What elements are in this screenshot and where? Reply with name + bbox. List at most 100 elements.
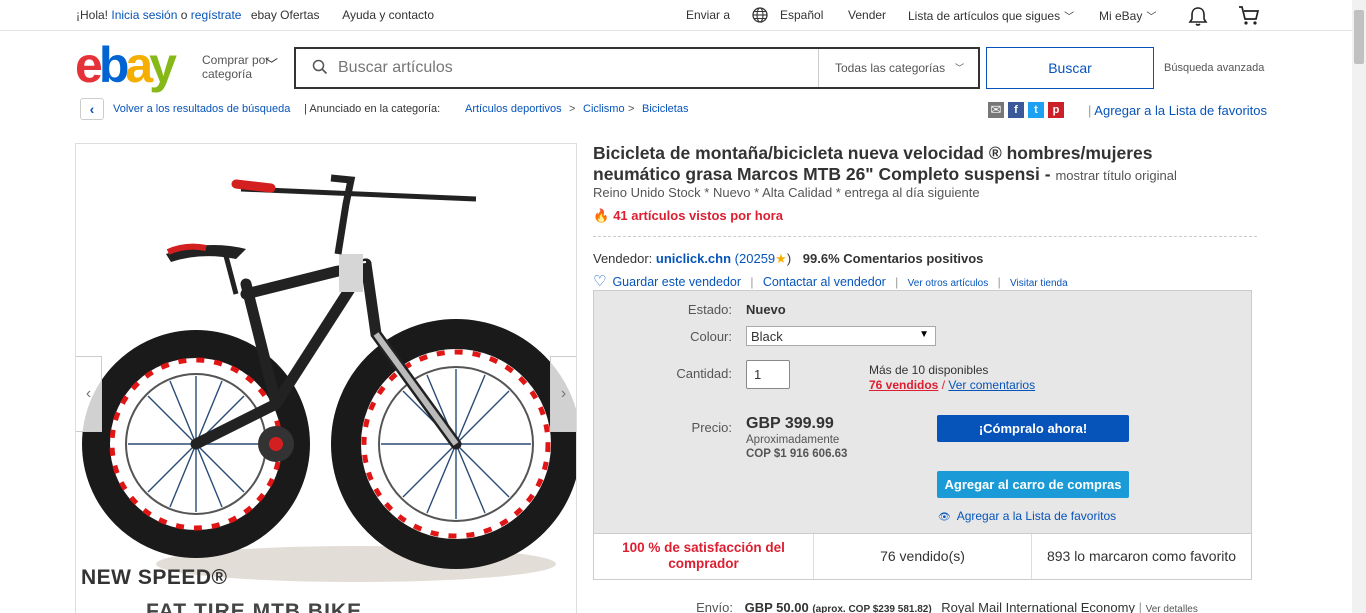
heart-icon[interactable]: ♡ (593, 273, 606, 290)
reviews-link[interactable]: Ver comentarios (948, 378, 1035, 392)
price-value: GBP 399.99 (746, 415, 834, 432)
top-bar: ¡Hola! Inicia sesión o regístrate ebay O… (0, 0, 1352, 31)
colour-select-value: Black (751, 329, 783, 344)
shipping-row: Envío: GBP 50.00 (aprox. COP $239 581.82… (593, 600, 1198, 613)
facebook-icon[interactable]: f (1008, 102, 1024, 118)
chevron-down-icon: ﹀ (1064, 12, 1075, 23)
header: ebay Comprar por categoría ﹀ Buscar artí… (0, 31, 1352, 95)
next-image-button[interactable]: › (550, 356, 576, 432)
back-to-results-link[interactable]: Volver a los resultados de búsqueda (113, 103, 290, 115)
save-seller-link[interactable]: Guardar este vendedor (612, 275, 741, 289)
visit-store-link[interactable]: Visitar tienda (1010, 278, 1068, 289)
stats-bar: 100 % de satisfacción del comprador 76 v… (593, 533, 1252, 580)
my-ebay-label: Mi eBay (1099, 9, 1143, 23)
ship-to[interactable]: Enviar a (686, 8, 730, 22)
watchlist-label: Lista de artículos que sigues (908, 9, 1061, 23)
ebay-logo[interactable]: ebay (75, 40, 177, 90)
seller-name-link[interactable]: uniclick.chn (656, 251, 731, 266)
language-selector[interactable]: Español (780, 8, 823, 22)
help-link[interactable]: Ayuda y contacto (342, 8, 434, 22)
purchase-panel: Estado: Nuevo Colour: Black ▼ Cantidad: … (593, 290, 1252, 533)
crumb-sporting-goods[interactable]: Artículos deportivos (465, 103, 562, 115)
category-dropdown-label: Todas las categorías (835, 61, 946, 75)
chevron-down-icon: ﹀ (1146, 12, 1157, 23)
pinterest-icon[interactable]: p (1048, 102, 1064, 118)
seller-label: Vendedor: (593, 251, 653, 266)
register-link[interactable]: regístrate (191, 8, 242, 22)
colour-select[interactable]: Black ▼ (746, 326, 936, 346)
category-dropdown[interactable]: Todas las categorías ﹀ (818, 49, 978, 87)
sold-count-link[interactable]: 76 vendidos (869, 378, 938, 392)
add-to-watchlist-text: Agregar a la Lista de favoritos (956, 509, 1117, 523)
image-caption-2: FAT TIRE MTB BIKE (146, 600, 363, 613)
divider: | (997, 275, 1001, 289)
sold-stat: 76 vendido(s) (814, 534, 1032, 579)
my-ebay-menu[interactable]: Mi eBay ﹀ (1099, 8, 1156, 23)
chevron-down-icon: ▼ (919, 329, 929, 340)
other-items-link[interactable]: Ver otros artículos (908, 278, 989, 289)
page-scrollbar[interactable] (1352, 0, 1366, 613)
search-button[interactable]: Buscar (986, 47, 1154, 89)
globe-icon[interactable] (752, 7, 768, 23)
divider (593, 236, 1257, 237)
divider: | (895, 275, 899, 289)
condition-value: Nuevo (746, 302, 786, 317)
price-label: Precio: (691, 420, 732, 435)
product-image (82, 174, 576, 582)
shipping-method: Royal Mail International Economy (941, 600, 1135, 613)
add-to-watchlist-top[interactable]: | Agregar a la Lista de favoritos (1088, 103, 1267, 118)
shipping-approx: (aprox. COP $239 581.82) (812, 604, 932, 613)
divider: | (1088, 103, 1092, 118)
chevron-down-icon: ﹀ (264, 57, 278, 72)
search-input[interactable]: Buscar artículos (338, 59, 453, 77)
satisfaction-stat: 100 % de satisfacción del comprador (594, 534, 814, 579)
seller-score[interactable]: 20259 (739, 251, 775, 266)
add-to-watchlist-link[interactable]: 👁 Agregar a la Lista de favoritos (938, 509, 1116, 523)
seller-feedback: 99.6% Comentarios positivos (802, 251, 984, 266)
quantity-input[interactable]: 1 (746, 360, 790, 389)
sell-link[interactable]: Vender (848, 8, 886, 22)
back-arrow-icon[interactable]: ‹ (80, 98, 104, 120)
star-icon: ★ (775, 251, 787, 266)
buy-now-button[interactable]: ¡Cómpralo ahora! (937, 415, 1129, 442)
add-to-cart-button[interactable]: Agregar al carro de compras (937, 471, 1129, 498)
contact-seller-link[interactable]: Contactar al vendedor (763, 275, 886, 289)
divider: | (1138, 600, 1142, 613)
colour-label: Colour: (690, 329, 732, 344)
listed-in-label: Anunciado en la categoría: (309, 103, 441, 115)
greeting: ¡Hola! (76, 8, 109, 22)
show-original-title-link[interactable]: mostrar título original (1055, 168, 1176, 183)
crumb-bicycles[interactable]: Bicicletas (642, 103, 688, 115)
crumb-separator: > (569, 103, 576, 115)
hot-indicator: 🔥 41 artículos vistos por hora (593, 208, 783, 224)
logo-a: a (125, 37, 153, 93)
cart-icon[interactable] (1237, 4, 1261, 26)
listed-in-text: | Anunciado en la categoría: (304, 103, 441, 115)
product-image-gallery[interactable]: ‹ › NEW SPEED® FAT TIRE MTB BIKE (75, 143, 577, 613)
signin-link[interactable]: Inicia sesión (111, 8, 177, 22)
twitter-icon[interactable]: t (1028, 102, 1044, 118)
share-icons: ✉ f t p (988, 102, 1068, 118)
divider: / (941, 378, 946, 392)
approx-label: Aproximadamente (746, 434, 840, 446)
advanced-search-link[interactable]: Búsqueda avanzada (1164, 62, 1264, 74)
shipping-details-link[interactable]: Ver detalles (1146, 604, 1198, 613)
watchlist-menu[interactable]: Lista de artículos que sigues ﹀ (908, 8, 1074, 23)
add-to-watchlist-label: Agregar a la Lista de favoritos (1094, 103, 1268, 118)
or-text: o (180, 8, 188, 22)
scrollbar-thumb[interactable] (1354, 10, 1364, 64)
chevron-down-icon: ﹀ (954, 63, 964, 73)
search-icon (312, 59, 328, 75)
prev-image-button[interactable]: ‹ (76, 356, 102, 432)
shop-by-category[interactable]: Comprar por categoría ﹀ (202, 53, 278, 81)
eye-icon: 👁 (938, 512, 951, 523)
search-box[interactable]: Buscar artículos Todas las categorías ﹀ (294, 47, 980, 89)
crumb-cycling[interactable]: Ciclismo (583, 103, 625, 115)
image-caption-1: NEW SPEED® (81, 566, 228, 589)
seller-actions: ♡ Guardar este vendedor | Contactar al ve… (593, 272, 1068, 290)
email-icon[interactable]: ✉ (988, 102, 1004, 118)
bell-icon[interactable] (1187, 5, 1209, 27)
deals-link[interactable]: ebay Ofertas (251, 8, 320, 22)
seller-info: Vendedor: uniclick.chn (20259★) 99.6% Co… (593, 251, 984, 266)
logo-b: b (98, 37, 129, 93)
